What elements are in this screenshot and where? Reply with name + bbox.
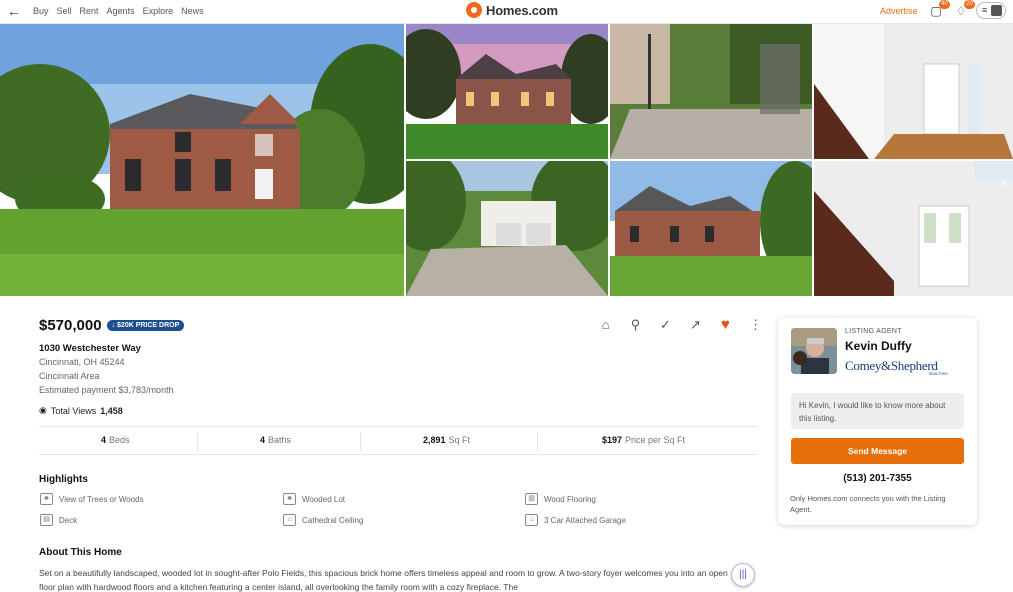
wooded-lot-icon: ♣: [283, 493, 296, 505]
send-message-button[interactable]: Send Message: [791, 438, 964, 464]
highlight-item: ⌂ 3 Car Attached Garage: [525, 514, 626, 526]
notifications-badge: 20: [964, 0, 975, 9]
nav-news[interactable]: News: [181, 6, 204, 16]
about-description: Set on a beautifully landscaped, wooded …: [39, 568, 728, 592]
stat-divider: [360, 432, 361, 451]
gallery-photo-foyer[interactable]: [814, 24, 1013, 159]
agent-name[interactable]: Kevin Duffy: [845, 339, 912, 353]
agent-photo: [791, 328, 837, 374]
highlight-label: Deck: [59, 515, 78, 525]
listing-agent-label: LISTING AGENT: [845, 328, 902, 335]
garage-icon: ⌂: [525, 514, 538, 526]
stat-beds: 4 Beds: [101, 435, 130, 445]
check-circle-icon[interactable]: ✓: [657, 317, 674, 333]
site-logo[interactable]: Homes.com: [466, 2, 558, 18]
home-icon[interactable]: ⌂: [597, 317, 614, 333]
favorite-heart-icon[interactable]: ♥: [717, 317, 734, 333]
highlight-label: Cathedral Ceiling: [302, 515, 364, 525]
listing-address: 1030 Westchester Way: [39, 343, 141, 354]
highlight-item: ▤ Deck: [40, 514, 77, 526]
brokerage-logo-sub: REALTORS: [929, 372, 948, 376]
about-title: About This Home: [39, 547, 122, 558]
estimated-payment[interactable]: Estimated payment $3,783/month: [39, 385, 174, 395]
highlight-label: Wooded Lot: [302, 494, 345, 504]
voice-assistant-icon[interactable]: |||: [731, 563, 755, 587]
gallery-next-icon[interactable]: ›: [1001, 174, 1006, 192]
stat-sqft: 2,891 Sq Ft: [423, 435, 470, 445]
more-options-icon[interactable]: ⋮: [747, 317, 764, 333]
cathedral-ceiling-icon: ⌂: [283, 514, 296, 526]
stat-baths-label: Baths: [268, 435, 292, 445]
highlight-item: ▥ Wood Flooring: [525, 493, 596, 505]
stat-beds-label: Beds: [109, 435, 130, 445]
highlight-label: View of Trees or Woods: [59, 494, 144, 504]
account-menu-button[interactable]: ≡: [976, 2, 1006, 19]
trees-icon: ♣: [40, 493, 53, 505]
highlight-label: 3 Car Attached Garage: [544, 515, 626, 525]
listing-city: Cincinnati, OH 45244: [39, 357, 125, 367]
message-input[interactable]: Hi Kevin, I would like to know more abou…: [791, 393, 964, 429]
listing-agent-card: LISTING AGENT Kevin Duffy Comey&Shepherd…: [778, 318, 977, 525]
map-pin-icon[interactable]: ⚲: [627, 317, 644, 333]
highlight-item: ♣ Wooded Lot: [283, 493, 345, 505]
top-header: ← Buy Sell Rent Agents Explore News Home…: [0, 0, 1013, 24]
stat-sqft-label: Sq Ft: [448, 435, 471, 445]
total-views: ◉ Total Views 1,458: [39, 405, 123, 416]
stat-beds-value: 4: [101, 435, 107, 445]
stat-sqft-value: 2,891: [423, 435, 446, 445]
agent-phone[interactable]: (513) 201-7355: [778, 473, 977, 484]
gallery-photo-dusk-front[interactable]: [406, 24, 608, 159]
main-photo[interactable]: [0, 24, 404, 296]
listing-actions: ⌂ ⚲ ✓ ↗ ♥ ⋮: [597, 317, 764, 333]
messages-badge: 40: [939, 0, 950, 9]
total-views-count: 1,458: [100, 405, 123, 416]
price-drop-text: $20K PRICE DROP: [117, 322, 180, 329]
gallery-photo-entry[interactable]: [814, 161, 1013, 296]
photo-gallery: ›: [0, 24, 1013, 296]
stat-baths: 4 Baths: [260, 435, 291, 445]
total-views-label: Total Views: [50, 405, 97, 416]
advertise-link[interactable]: Advertise: [880, 6, 918, 16]
highlight-label: Wood Flooring: [544, 494, 596, 504]
brokerage-logo: Comey&Shepherd: [845, 358, 938, 373]
stat-divider: [537, 432, 538, 451]
logo-mark-icon: [466, 2, 482, 18]
stat-divider: [197, 432, 198, 451]
nav-explore[interactable]: Explore: [143, 6, 174, 16]
share-icon[interactable]: ↗: [687, 317, 704, 333]
nav-sell[interactable]: Sell: [57, 6, 72, 16]
gallery-photo-front-angle[interactable]: [610, 161, 812, 296]
back-arrow-icon[interactable]: ←: [7, 3, 21, 19]
listing-area[interactable]: Cincinnati Area: [39, 371, 100, 381]
hamburger-icon: ≡: [982, 5, 988, 15]
listing-price: $570,000: [39, 317, 102, 334]
stat-baths-value: 4: [260, 435, 266, 445]
nav-rent[interactable]: Rent: [80, 6, 99, 16]
messages-icon[interactable]: ▢ 40: [928, 0, 950, 19]
property-stats: 4 Beds 4 Baths 2,891 Sq Ft $197 Price per Sq…: [39, 426, 757, 455]
avatar: [991, 5, 1002, 16]
stat-price-per-sqft: $197 Price per Sq Ft: [602, 435, 685, 445]
price-row: $570,000 ↓ $20K PRICE DROP: [39, 317, 185, 334]
highlight-item: ♣ View of Trees or Woods: [40, 493, 144, 505]
agent-note: Only Homes.com connects you with the Lis…: [790, 494, 946, 514]
stat-ppsf-value: $197: [602, 435, 623, 445]
bell-icon[interactable]: ♢ 20: [953, 0, 975, 19]
price-drop-badge: ↓ $20K PRICE DROP: [106, 320, 185, 331]
stat-ppsf-label: Price per Sq Ft: [625, 435, 686, 445]
gallery-photo-driveway[interactable]: [610, 24, 812, 159]
nav-agents[interactable]: Agents: [107, 6, 135, 16]
wood-flooring-icon: ▥: [525, 493, 538, 505]
logo-text: Homes.com: [486, 2, 558, 18]
highlights-title: Highlights: [39, 474, 88, 485]
nav-buy[interactable]: Buy: [33, 6, 49, 16]
highlight-item: ⌂ Cathedral Ceiling: [283, 514, 363, 526]
main-nav: Buy Sell Rent Agents Explore News: [33, 6, 204, 16]
eye-icon: ◉: [39, 405, 47, 415]
gallery-photo-garage[interactable]: [406, 161, 608, 296]
deck-icon: ▤: [40, 514, 53, 526]
